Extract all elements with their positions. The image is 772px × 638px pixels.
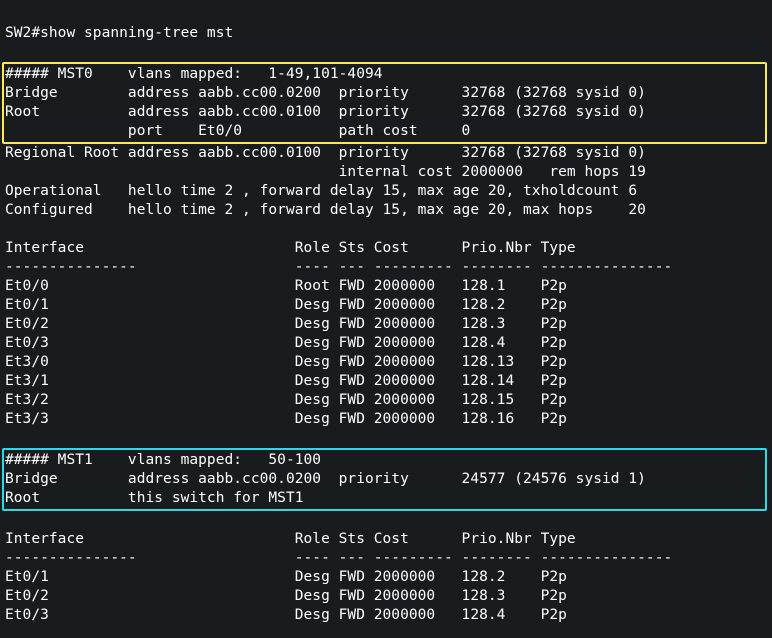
- mst0-header: ##### MST0 vlans mapped: 1-49,101-4094: [5, 66, 383, 82]
- mst0-row: Et0/0 Root FWD 2000000 128.1 P2p: [5, 278, 567, 294]
- terminal-output: SW2#show spanning-tree mst ##### MST0 vl…: [0, 0, 772, 638]
- mst0-highlight-box: ##### MST0 vlans mapped: 1-49,101-4094 B…: [2, 62, 767, 144]
- interface-separator: --------------- ---- --- --------- -----…: [5, 550, 672, 566]
- mst0-internal: internal cost 2000000 rem hops 19: [5, 164, 646, 180]
- mst0-row: Et0/1 Desg FWD 2000000 128.2 P2p: [5, 297, 567, 313]
- interface-header: Interface Role Sts Cost Prio.Nbr Type: [5, 240, 576, 256]
- mst0-row: Et3/1 Desg FWD 2000000 128.14 P2p: [5, 373, 567, 389]
- interface-header: Interface Role Sts Cost Prio.Nbr Type: [5, 531, 576, 547]
- mst0-configured: Configured hello time 2 , forward delay …: [5, 202, 646, 218]
- interface-separator: --------------- ---- --- --------- -----…: [5, 259, 672, 275]
- command-line: SW2#show spanning-tree mst: [5, 25, 233, 41]
- mst0-operational: Operational hello time 2 , forward delay…: [5, 183, 637, 199]
- mst0-row: Et3/0 Desg FWD 2000000 128.13 P2p: [5, 354, 567, 370]
- mst1-root: Root this switch for MST1: [5, 490, 304, 506]
- mst0-regroot: Regional Root address aabb.cc00.0100 pri…: [5, 145, 646, 161]
- mst1-row: Et0/1 Desg FWD 2000000 128.2 P2p: [5, 569, 567, 585]
- mst0-row: Et0/3 Desg FWD 2000000 128.4 P2p: [5, 335, 567, 351]
- mst1-highlight-box: ##### MST1 vlans mapped: 50-100 Bridge a…: [2, 448, 767, 511]
- mst1-bridge: Bridge address aabb.cc00.0200 priority 2…: [5, 471, 646, 487]
- mst0-row: Et3/3 Desg FWD 2000000 128.16 P2p: [5, 411, 567, 427]
- mst0-bridge: Bridge address aabb.cc00.0200 priority 3…: [5, 85, 646, 101]
- mst0-port: port Et0/0 path cost 0: [5, 123, 470, 139]
- mst0-root: Root address aabb.cc00.0100 priority 327…: [5, 104, 646, 120]
- mst1-row: Et0/2 Desg FWD 2000000 128.3 P2p: [5, 588, 567, 604]
- mst0-row: Et0/2 Desg FWD 2000000 128.3 P2p: [5, 316, 567, 332]
- mst1-header: ##### MST1 vlans mapped: 50-100: [5, 452, 321, 468]
- mst1-row: Et0/3 Desg FWD 2000000 128.4 P2p: [5, 607, 567, 623]
- mst0-row: Et3/2 Desg FWD 2000000 128.15 P2p: [5, 392, 567, 408]
